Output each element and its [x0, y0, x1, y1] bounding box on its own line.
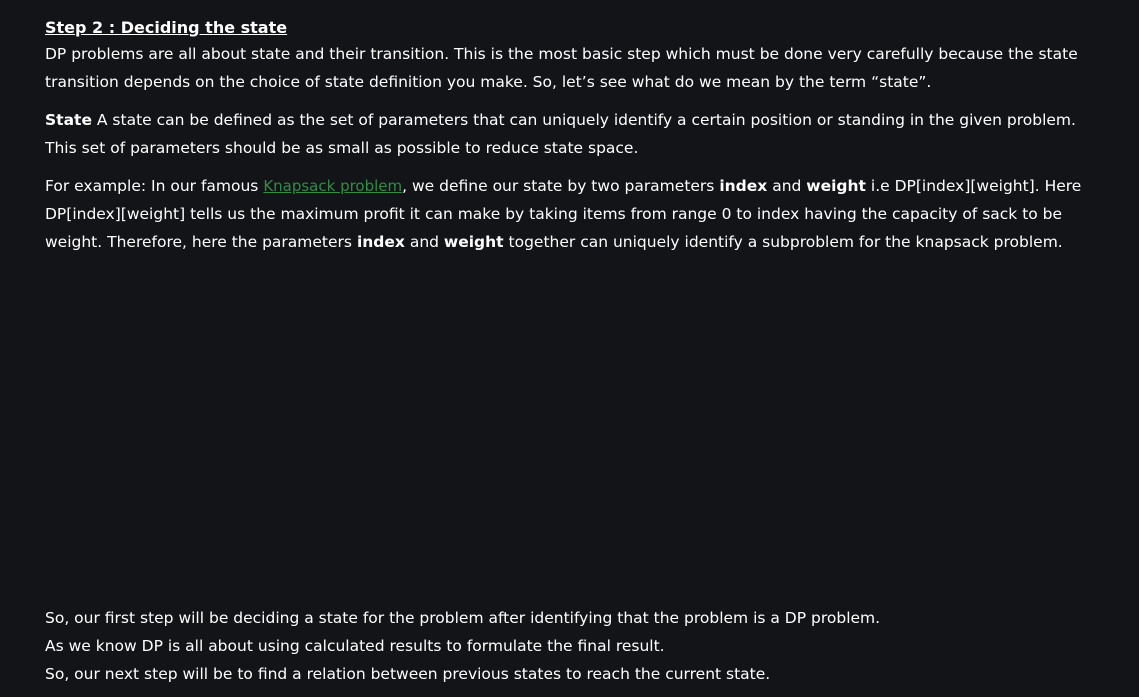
- summary-line-3: So, our next step will be to find a rela…: [45, 665, 771, 683]
- bold-weight-1: weight: [806, 177, 866, 195]
- bold-index-2: index: [356, 233, 405, 251]
- state-definition-paragraph: State A state can be defined as the set …: [45, 106, 1105, 162]
- intro-paragraph: DP problems are all about state and thei…: [45, 45, 1078, 91]
- example-text-2: , we define our state by two parameters: [402, 177, 720, 195]
- bold-weight-2: weight: [443, 233, 504, 251]
- step-section: Step 2 : Deciding the state DP problems …: [45, 16, 1105, 256]
- knapsack-problem-link[interactable]: Knapsack problem: [263, 177, 402, 195]
- summary-section: So, our first step will be deciding a st…: [45, 604, 1105, 688]
- bold-index-1: index: [719, 177, 768, 195]
- step-heading: Step 2 : Deciding the state: [45, 18, 288, 37]
- article-content: Step 2 : Deciding the state DP problems …: [0, 0, 1139, 697]
- example-text-5: and: [404, 233, 444, 251]
- summary-line-1: So, our first step will be deciding a st…: [45, 609, 881, 627]
- state-term: State: [45, 111, 92, 129]
- example-text-6: together can uniquely identify a subprob…: [503, 233, 1063, 251]
- summary-line-2: As we know DP is all about using calcula…: [45, 637, 665, 655]
- example-text-1: For example: In our famous: [45, 177, 264, 195]
- state-definition-text: A state can be defined as the set of par…: [45, 111, 1076, 157]
- example-text-3: and: [767, 177, 807, 195]
- example-paragraph: For example: In our famous Knapsack prob…: [45, 172, 1105, 256]
